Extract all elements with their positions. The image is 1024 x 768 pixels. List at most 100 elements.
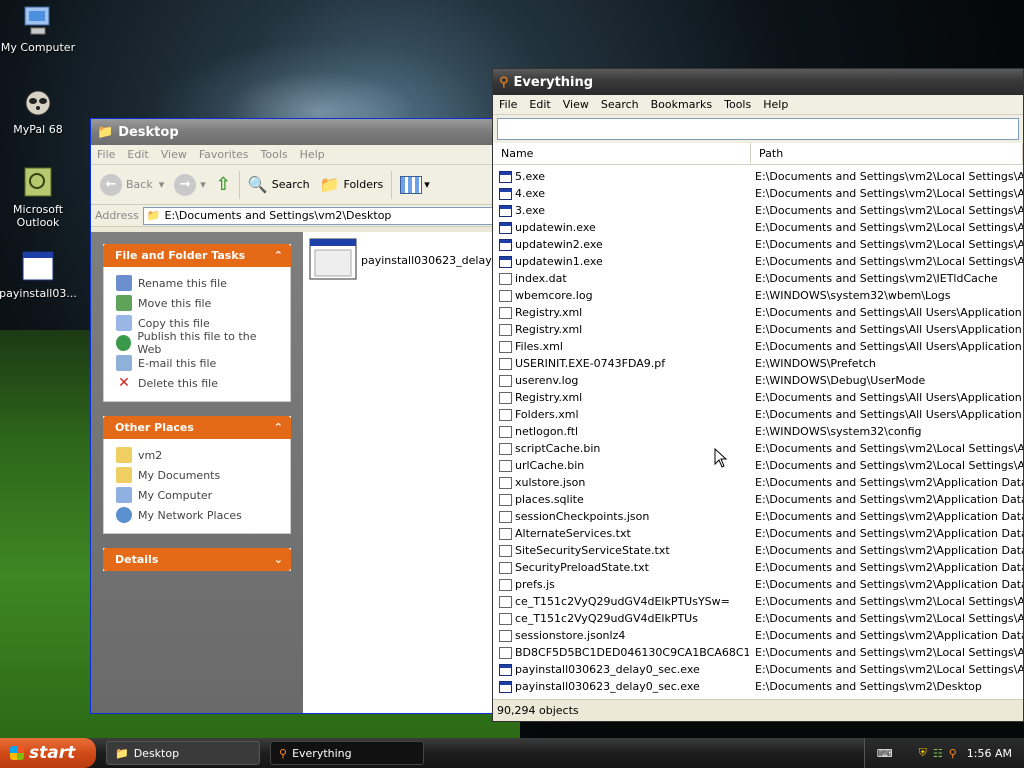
menu-tools[interactable]: Tools [255, 148, 294, 161]
details-header[interactable]: Details ⌄ [103, 548, 291, 571]
table-row[interactable]: USERINIT.EXE-0743FDA9.pf E:\WINDOWS\Prefe… [493, 355, 1023, 372]
table-row[interactable]: SecurityPreloadState.txt E:\Documents and… [493, 559, 1023, 576]
menu-edit[interactable]: Edit [121, 148, 154, 161]
explorer-titlebar[interactable]: 📁 Desktop [91, 119, 519, 145]
explorer-window[interactable]: 📁 Desktop File Edit View Favorites Tools… [90, 118, 520, 714]
table-row[interactable]: netlogon.ftl E:\WINDOWS\system32\config [493, 423, 1023, 440]
column-path[interactable]: Path [751, 143, 1023, 164]
table-row[interactable]: sessionCheckpoints.json E:\Documents and … [493, 508, 1023, 525]
file-item-payinstall[interactable]: payinstall030623_delay0_se [309, 238, 517, 282]
table-row[interactable]: 5.exe E:\Documents and Settings\vm2\Local… [493, 168, 1023, 185]
place-my-network[interactable]: My Network Places [116, 505, 278, 525]
table-row[interactable]: sessionstore.jsonlz4 E:\Documents and Set… [493, 627, 1023, 644]
table-row[interactable]: SiteSecurityServiceState.txt E:\Documents… [493, 542, 1023, 559]
row-name-cell: updatewin.exe [493, 221, 749, 234]
menu-file[interactable]: File [493, 98, 523, 111]
task-delete[interactable]: ✕ Delete this file [116, 373, 278, 393]
menu-edit[interactable]: Edit [523, 98, 556, 111]
menu-tools[interactable]: Tools [718, 98, 757, 111]
table-row[interactable]: payinstall030623_delay0_sec.exe E:\Docume… [493, 661, 1023, 678]
search-button[interactable]: 🔍 Search [243, 169, 315, 201]
table-row[interactable]: scriptCache.bin E:\Documents and Settings… [493, 440, 1023, 457]
task-rename[interactable]: Rename this file [116, 273, 278, 293]
collapse-icon[interactable]: ⌃ [274, 249, 283, 262]
folder-icon: 📁 [115, 746, 129, 760]
table-row[interactable]: Registry.xml E:\Documents and Settings\Al… [493, 389, 1023, 406]
row-name: urlCache.bin [515, 459, 585, 472]
back-button[interactable]: ← Back ▾ [95, 169, 169, 201]
table-row[interactable]: places.sqlite E:\Documents and Settings\v… [493, 491, 1023, 508]
row-name-cell: urlCache.bin [493, 459, 749, 472]
table-row[interactable]: prefs.js E:\Documents and Settings\vm2\Ap… [493, 576, 1023, 593]
row-name: netlogon.ftl [515, 425, 579, 438]
other-places-header[interactable]: Other Places ⌃ [103, 416, 291, 439]
clock[interactable]: 1:56 AM [967, 747, 1012, 760]
table-row[interactable]: updatewin2.exe E:\Documents and Settings\… [493, 236, 1023, 253]
table-row[interactable]: Registry.xml E:\Documents and Settings\Al… [493, 321, 1023, 338]
table-row[interactable]: xulstore.json E:\Documents and Settings\v… [493, 474, 1023, 491]
table-row[interactable]: updatewin1.exe E:\Documents and Settings\… [493, 253, 1023, 270]
column-name[interactable]: Name [493, 143, 751, 164]
table-row[interactable]: index.dat E:\Documents and Settings\vm2\I… [493, 270, 1023, 287]
results-list[interactable]: Name Path 5.exe E:\Documents and Settings… [493, 143, 1023, 699]
menu-favorites[interactable]: Favorites [193, 148, 255, 161]
everything-window[interactable]: ⚲ Everything File Edit View Search Bookm… [492, 68, 1024, 722]
collapse-icon[interactable]: ⌃ [274, 421, 283, 434]
keyboard-icon[interactable]: ⌨ [877, 747, 893, 760]
forward-button[interactable]: → ▾ [169, 169, 211, 201]
place-my-computer[interactable]: My Computer [116, 485, 278, 505]
address-input[interactable]: 📁 E:\Documents and Settings\vm2\Desktop [142, 206, 519, 225]
row-name: 3.exe [515, 204, 546, 217]
magnifier-icon[interactable]: ⚲ [949, 747, 957, 760]
table-row[interactable]: Folders.xml E:\Documents and Settings\All… [493, 406, 1023, 423]
file-folder-tasks-header[interactable]: File and Folder Tasks ⌃ [103, 244, 291, 267]
menu-help[interactable]: Help [757, 98, 794, 111]
table-row[interactable]: wbemcore.log E:\WINDOWS\system32\wbem\Log… [493, 287, 1023, 304]
shield-icon[interactable]: ⛨ [919, 746, 927, 760]
search-input[interactable] [497, 118, 1019, 140]
table-row[interactable]: AlternateServices.txt E:\Documents and Se… [493, 525, 1023, 542]
table-row[interactable]: userenv.log E:\WINDOWS\Debug\UserMode [493, 372, 1023, 389]
table-row[interactable]: payinstall030623_delay0_sec.exe E:\Docume… [493, 678, 1023, 695]
menu-file[interactable]: File [91, 148, 121, 161]
menu-view[interactable]: View [155, 148, 193, 161]
desktop-icon-my-computer[interactable]: My Computer [0, 4, 80, 54]
table-row[interactable]: ce_T151c2VyQ29udGV4dElkPTUsYSw= E:\Docume… [493, 593, 1023, 610]
place-vm2[interactable]: vm2 [116, 445, 278, 465]
folders-button[interactable]: 📁 Folders [315, 169, 389, 201]
menu-help[interactable]: Help [294, 148, 331, 161]
desktop-icon-mypal[interactable]: MyPal 68 [0, 86, 80, 136]
table-row[interactable]: ce_T151c2VyQ29udGV4dElkPTUs E:\Documents … [493, 610, 1023, 627]
network-icon[interactable]: ☷ [933, 747, 943, 760]
table-row[interactable]: 4.exe E:\Documents and Settings\vm2\Local… [493, 185, 1023, 202]
desktop-icon-payinstall[interactable]: payinstall03... [0, 250, 80, 300]
everything-titlebar[interactable]: ⚲ Everything [493, 69, 1023, 95]
taskbar-button-everything[interactable]: ⚲ Everything [270, 741, 424, 765]
row-path: E:\Documents and Settings\vm2\Applicatio… [755, 544, 1023, 557]
task-email[interactable]: E-mail this file [116, 353, 278, 373]
table-row[interactable]: BD8CF5D5BC1DED046130C9CA1BCA68C154... E:\… [493, 644, 1023, 661]
file-icon [499, 408, 512, 421]
start-button[interactable]: start [0, 738, 96, 768]
task-move[interactable]: Move this file [116, 293, 278, 313]
table-row[interactable]: updatewin.exe E:\Documents and Settings\v… [493, 219, 1023, 236]
file-icon [499, 646, 512, 659]
menu-bookmarks[interactable]: Bookmarks [645, 98, 718, 111]
desktop-icon-outlook[interactable]: Microsoft Outlook [0, 166, 80, 229]
globe-icon [116, 335, 132, 351]
row-name: payinstall030623_delay0_sec.exe [515, 680, 700, 693]
task-publish[interactable]: Publish this file to the Web [116, 330, 278, 356]
table-row[interactable]: 3.exe E:\Documents and Settings\vm2\Local… [493, 202, 1023, 219]
taskbar-button-desktop[interactable]: 📁 Desktop [106, 741, 260, 765]
row-name-cell: index.dat [493, 272, 749, 285]
exe-file-icon [499, 663, 512, 676]
menu-view[interactable]: View [557, 98, 595, 111]
views-button[interactable]: ▾ [395, 169, 435, 201]
table-row[interactable]: Files.xml E:\Documents and Settings\All U… [493, 338, 1023, 355]
expand-icon[interactable]: ⌄ [274, 553, 283, 566]
menu-search[interactable]: Search [595, 98, 645, 111]
table-row[interactable]: Registry.xml E:\Documents and Settings\Al… [493, 304, 1023, 321]
place-my-documents[interactable]: My Documents [116, 465, 278, 485]
table-row[interactable]: urlCache.bin E:\Documents and Settings\vm… [493, 457, 1023, 474]
up-folder-button[interactable]: ⇧ [211, 169, 236, 201]
